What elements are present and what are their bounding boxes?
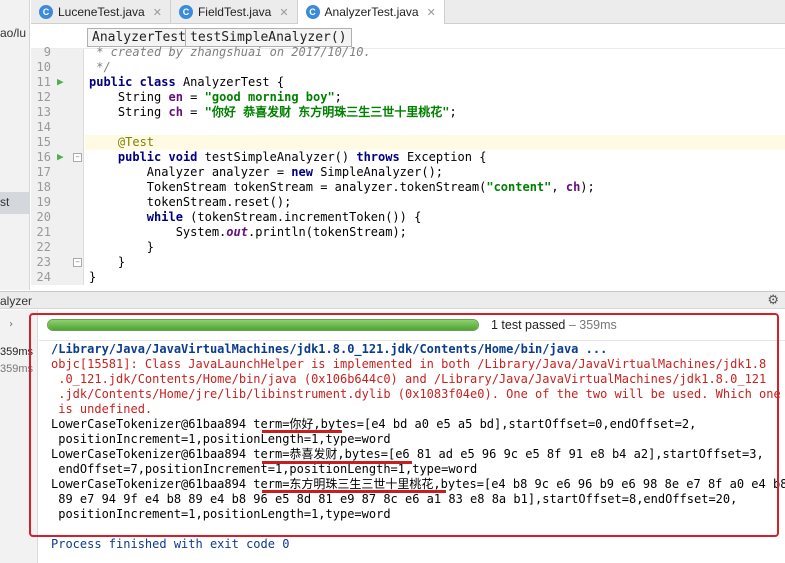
current-line-highlight [85,135,785,150]
console-token-line: endOffset=7,positionIncrement=1,position… [51,462,478,476]
console-warning-line: is undefined. [51,402,153,416]
run-tool-window-header: alyzer ⚙ [0,291,785,309]
test-status: 1 test passed – 359ms [491,318,617,332]
close-icon[interactable]: ✕ [279,6,288,19]
fold-icon[interactable]: − [73,258,82,267]
code-line-19: tokenStream.reset(); [89,195,292,209]
line-number: 22 [36,240,51,254]
code-line-10: */ [89,60,111,74]
code-line-17: Analyzer analyzer = new SimpleAnalyzer()… [89,165,444,179]
console-token-line: 89 e7 94 9f e4 b8 89 e4 b8 96 e5 8d 81 e… [51,492,738,506]
project-selected-item[interactable]: st [0,192,30,214]
console-token-line: LowerCaseTokenizer@61baa894 term=恭喜发财,by… [51,447,764,461]
code-line-11: public class AnalyzerTest { [89,75,285,89]
test-progress-fill [48,320,478,330]
line-number: 19 [36,195,51,209]
expand-icon[interactable]: › [8,319,14,330]
line-number: 24 [36,270,51,284]
tab-label: LuceneTest.java [58,5,145,19]
project-path-fragment[interactable]: ao/lu [0,26,26,40]
run-window-title[interactable]: alyzer [0,294,32,308]
fold-icon[interactable]: − [73,153,82,162]
project-panel: ao/lu st [0,0,30,290]
code-line-18: TokenStream tokenStream = analyzer.token… [89,180,595,194]
line-number: 12 [36,90,51,104]
test-status-text: 1 test passed [491,318,566,332]
divider [39,340,785,341]
line-number: 9 [43,45,51,59]
console-warning-line: .jdk/Contents/Home/jre/lib/libinstrument… [51,387,781,401]
code-line-9: * created by zhangshuai on 2017/10/10. [89,45,371,59]
close-icon[interactable]: ✕ [153,6,162,19]
line-number: 10 [36,60,51,74]
console-warning-line: objc[15581]: Class JavaLaunchHelper is i… [51,357,767,371]
java-class-icon: C [178,5,193,19]
tab-label: AnalyzerTest.java [324,5,419,19]
code-line-20: while (tokenStream.incrementToken()) { [146,210,422,224]
code-line-12: String en = "good morning boy"; [89,90,342,104]
test-tree-panel: › 359ms 359ms [0,310,38,563]
project-selected-label: st [0,195,10,209]
editor-gutter: 9 10 11 12 13 14 15 16 17 18 19 20 21 22… [31,45,84,285]
run-test-icon[interactable]: ▶ [57,76,69,88]
editor-tab-bar: C LuceneTest.java ✕ C FieldTest.java ✕ C… [31,0,785,24]
test-duration[interactable]: 359ms [0,363,33,375]
line-number: 20 [36,210,51,224]
console-token-line: LowerCaseTokenizer@61baa894 term=你好,byte… [51,417,697,431]
tab-analyzer-test[interactable]: C AnalyzerTest.java ✕ [297,0,445,24]
line-number: 23 [36,255,51,269]
line-number: 15 [36,135,51,149]
console-java-path: /Library/Java/JavaVirtualMachines/jdk1.8… [51,342,608,356]
tab-label: FieldTest.java [197,5,272,19]
line-number: 14 [36,120,51,134]
console-token-line: positionIncrement=1,positionLength=1,typ… [51,432,391,446]
code-line-24: } [89,270,97,284]
tab-lucene-test[interactable]: C LuceneTest.java ✕ [31,0,171,24]
code-line-21: System.out.println(tokenStream); [89,225,407,239]
highlight-underline [262,430,342,433]
code-editor[interactable]: 9 10 11 12 13 14 15 16 17 18 19 20 21 22… [31,45,785,285]
run-test-icon[interactable]: ▶ [57,151,69,163]
test-status-duration: – 359ms [565,318,617,332]
code-line-16: public void testSimpleAnalyzer() throws … [117,150,487,164]
highlight-underline [262,490,446,493]
line-number: 21 [36,225,51,239]
line-number: 17 [36,165,51,179]
test-progress-bar [47,319,479,331]
code-line-22: } [89,240,155,254]
java-class-icon: C [305,5,320,19]
line-number: 13 [36,105,51,119]
line-number: 11 [36,75,51,89]
console-exit-line: Process finished with exit code 0 [51,537,290,551]
code-line-13: String ch = "你好 恭喜发财 东方明珠三生三世十里桃花"; [89,105,457,119]
line-number: 18 [36,180,51,194]
test-duration[interactable]: 359ms [0,346,33,358]
code-line-23: } [89,255,126,269]
line-number: 16 [36,150,51,164]
highlight-underline [262,461,412,464]
console-token-line: positionIncrement=1,positionLength=1,typ… [51,507,391,521]
close-icon[interactable]: ✕ [427,6,436,19]
code-line-15: @Test [117,135,155,149]
tab-field-test[interactable]: C FieldTest.java ✕ [171,0,298,24]
gear-icon[interactable]: ⚙ [767,292,779,308]
java-class-icon: C [39,5,53,19]
console-warning-line: .0_121.jdk/Contents/Home/bin/java (0x106… [51,372,767,386]
